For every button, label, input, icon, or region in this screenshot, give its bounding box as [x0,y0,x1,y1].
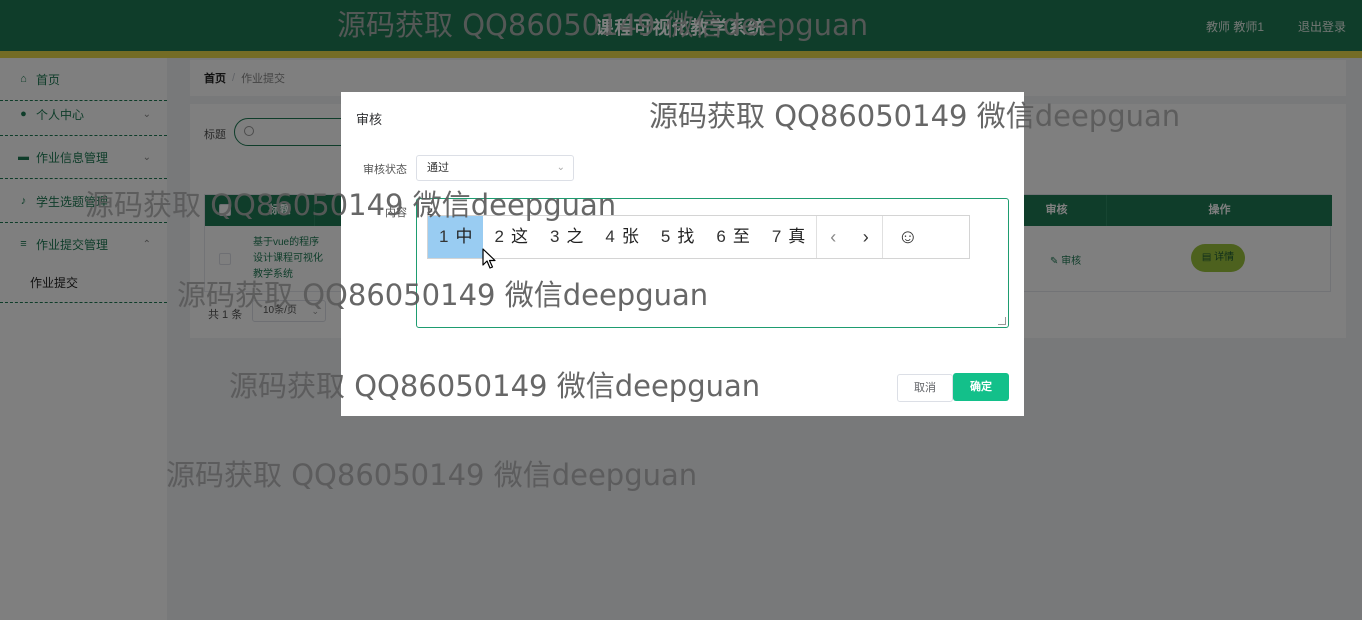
ime-candidate-char: 至 [732,227,750,246]
ime-candidate-number: 5 [660,227,671,246]
chevron-down-icon: ⌄ [556,162,565,173]
ime-candidate-number: 3 [549,227,560,246]
status-select-value: 通过 [427,162,449,174]
ime-candidate-number: 6 [716,227,726,246]
ime-candidate-char: 之 [566,227,584,246]
watermark: 源码获取 QQ86050149 微信deepguan [85,188,617,222]
ime-candidate-char: 真 [788,227,806,246]
watermark: 源码获取 QQ86050149 微信deepguan [177,278,709,312]
ime-candidate-number: 1 [439,227,449,246]
ime-candidate-char: 这 [510,227,528,246]
ime-emoji-icon[interactable]: ☺ [882,216,932,258]
ime-candidate-5[interactable]: 5找 [650,216,705,258]
cancel-button[interactable]: 取消 [897,374,953,402]
dialog-title: 审核 [356,112,383,127]
mouse-cursor-icon [482,248,496,269]
watermark: 源码获取 QQ86050149 微信deepguan [337,8,869,42]
ime-candidate-number: 4 [605,227,615,246]
ime-next-page-icon[interactable]: › [849,216,882,258]
ime-candidate-6[interactable]: 6至 [705,216,760,258]
confirm-button[interactable]: 确定 [953,373,1009,401]
ime-candidate-char: 找 [677,227,695,246]
resize-handle[interactable] [998,317,1006,325]
watermark: 源码获取 QQ86050149 微信deepguan [166,458,698,492]
ime-candidate-char: 中 [455,227,473,246]
ime-candidate-number: 2 [494,227,504,246]
ime-prev-page-icon[interactable]: ‹ [816,216,849,258]
ime-candidate-number: 7 [771,227,782,246]
status-select[interactable]: 通过 ⌄ [416,155,574,181]
ime-candidate-7[interactable]: 7真 [761,216,816,258]
watermark: 源码获取 QQ86050149 微信deepguan [229,369,761,403]
status-label: 审核状态 [363,164,407,176]
ime-candidate-char: 张 [621,227,639,246]
watermark: 源码获取 QQ86050149 微信deepguan [649,99,1181,133]
